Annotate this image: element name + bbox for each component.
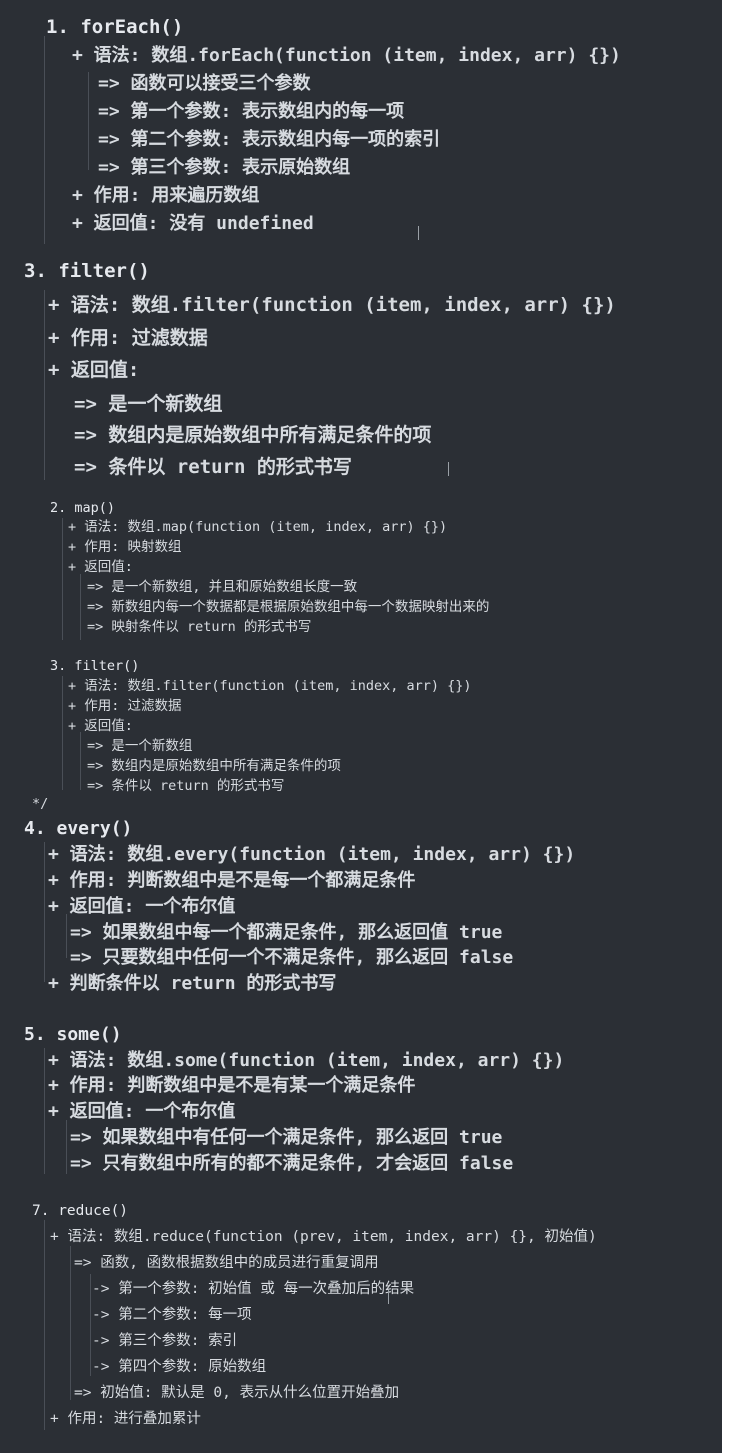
code-line: + 返回值: 没有 undefined	[72, 213, 314, 234]
code-line: + 作用: 映射数组	[68, 539, 182, 555]
indent-guide	[44, 290, 45, 480]
code-line: + 作用: 过滤数据	[48, 327, 208, 349]
text-cursor	[418, 226, 419, 240]
code-line: + 判断条件以 return 的形式书写	[48, 973, 337, 994]
text-cursor	[388, 1290, 389, 1304]
panel-filter-small: 3. filter() + 语法: 数组.filter(function (it…	[0, 652, 722, 810]
panel-foreach: 1. forEach() + 语法: 数组.forEach(function (…	[0, 0, 722, 250]
code-line: + 返回值: 一个布尔值	[48, 1101, 236, 1122]
indent-guide	[44, 842, 45, 982]
code-line: + 作用: 进行叠加累计	[50, 1411, 201, 1427]
section-title: 5. some()	[24, 1024, 122, 1045]
code-line: + 语法: 数组.filter(function (item, index, a…	[68, 678, 472, 694]
code-line: + 作用: 判断数组中是不是有某一个满足条件	[48, 1075, 416, 1096]
code-line: -> 第三个参数: 索引	[92, 1333, 238, 1349]
code-line: => 只有数组中所有的都不满足条件, 才会返回 false	[70, 1153, 514, 1174]
code-line: + 返回值: 一个布尔值	[48, 896, 236, 917]
code-line: => 如果数组中有任何一个满足条件, 那么返回 true	[70, 1127, 503, 1148]
code-line: + 作用: 过滤数据	[68, 698, 182, 714]
indent-guide	[70, 1246, 71, 1400]
code-line: => 初始值: 默认是 0, 表示从什么位置开始叠加	[74, 1385, 400, 1401]
code-line: + 作用: 用来遍历数组	[72, 185, 260, 206]
indent-guide	[80, 574, 81, 640]
code-editor[interactable]: 1. forEach() + 语法: 数组.forEach(function (…	[0, 0, 722, 1453]
panel-some: 5. some() + 语法: 数组.some(function (item, …	[0, 1018, 722, 1184]
panel-map: 2. map() + 语法: 数组.map(function (item, in…	[0, 494, 722, 646]
code-line: => 映射条件以 return 的形式书写	[87, 619, 312, 635]
section-title: 7. reduce()	[32, 1203, 129, 1219]
code-line: -> 第四个参数: 原始数组	[92, 1359, 267, 1375]
indent-guide	[90, 1274, 91, 1376]
code-line: => 第二个参数: 表示数组内每一项的索引	[98, 129, 441, 150]
indent-guide	[44, 36, 45, 244]
panel-reduce: 7. reduce() + 语法: 数组.reduce(function (pr…	[0, 1190, 722, 1440]
text-cursor	[448, 462, 449, 476]
indent-guide	[80, 732, 81, 790]
code-line: + 返回值:	[68, 718, 133, 734]
panel-filter-large: 3. filter() + 语法: 数组.filter(function (it…	[0, 254, 722, 486]
indent-guide	[66, 1120, 67, 1174]
code-line: + 返回值:	[48, 359, 140, 381]
section-title: 3. filter()	[50, 658, 140, 674]
code-line: => 是一个新数组, 并且和原始数组长度一致	[87, 579, 358, 595]
code-line: => 第一个参数: 表示数组内的每一项	[98, 101, 405, 122]
code-line: => 条件以 return 的形式书写	[87, 778, 285, 794]
comment-end: */	[32, 796, 49, 810]
code-line: => 是一个新数组	[74, 393, 223, 415]
code-line: => 数组内是原始数组中所有满足条件的项	[87, 758, 341, 774]
code-line: => 数组内是原始数组中所有满足条件的项	[74, 424, 432, 446]
section-title: 4. every()	[24, 818, 133, 839]
code-line: + 语法: 数组.map(function (item, index, arr)…	[68, 519, 448, 535]
code-line: => 是一个新数组	[87, 738, 193, 754]
indent-guide	[44, 1220, 45, 1430]
code-line: => 函数, 函数根据数组中的成员进行重复调用	[74, 1255, 379, 1271]
code-line: + 语法: 数组.every(function (item, index, ar…	[48, 844, 576, 865]
panel-every: 4. every() + 语法: 数组.every(function (item…	[0, 812, 722, 1002]
code-line: => 如果数组中每一个都满足条件, 那么返回值 true	[70, 922, 503, 943]
indent-guide	[66, 914, 67, 958]
code-line: + 返回值:	[68, 559, 133, 575]
indent-guide	[62, 518, 63, 640]
code-line: -> 第二个参数: 每一项	[92, 1307, 252, 1323]
code-line: + 语法: 数组.forEach(function (item, index, …	[72, 45, 621, 66]
code-line: + 作用: 判断数组中是不是每一个都满足条件	[48, 870, 416, 891]
code-line: => 条件以 return 的形式书写	[74, 456, 352, 478]
section-title: 2. map()	[50, 500, 116, 516]
indent-guide	[88, 72, 89, 170]
code-line: -> 第一个参数: 初始值 或 每一次叠加后的结果	[92, 1281, 415, 1297]
code-line: + 语法: 数组.some(function (item, index, arr…	[48, 1050, 565, 1071]
code-line: => 函数可以接受三个参数	[98, 73, 311, 94]
indent-guide	[44, 1048, 45, 1174]
code-line: => 新数组内每一个数据都是根据原始数组中每一个数据映射出来的	[87, 599, 490, 615]
indent-guide	[62, 676, 63, 790]
code-line: + 语法: 数组.filter(function (item, index, a…	[48, 294, 616, 316]
section-title: 1. forEach()	[46, 16, 184, 38]
section-title: 3. filter()	[24, 260, 150, 282]
code-line: => 只要数组中任何一个不满足条件, 那么返回 false	[70, 947, 514, 968]
code-line: + 语法: 数组.reduce(function (prev, item, in…	[50, 1229, 597, 1245]
code-line: => 第三个参数: 表示原始数组	[98, 157, 351, 178]
